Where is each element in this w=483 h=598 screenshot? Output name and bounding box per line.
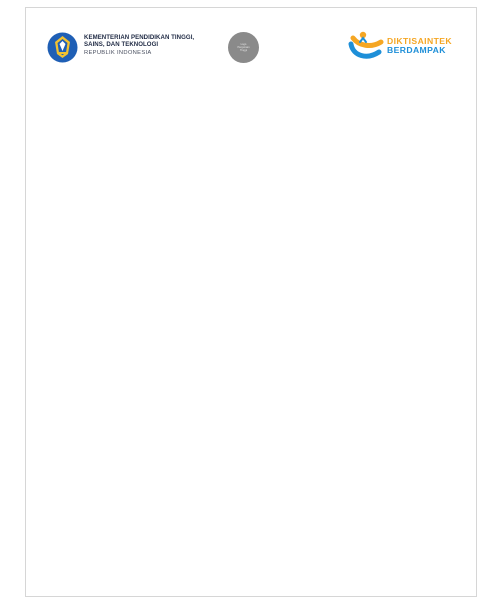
brand-wordmark-bottom: BERDAMPAK [387,45,446,56]
document-page: KEMENTERIAN PENDIDIKAN TINGGI, SAINS, DA… [25,7,477,597]
ministry-name-line2: SAINS, DAN TEKNOLOGI [84,41,159,49]
diktisaintek-logo-icon [348,31,384,59]
letterhead: KEMENTERIAN PENDIDIKAN TINGGI, SAINS, DA… [26,8,476,78]
university-logo-placeholder: Logo Perguruan Tinggi [228,32,259,63]
document-body [26,78,476,598]
tut-wuri-handayani-logo [47,32,78,63]
ministry-name: KEMENTERIAN PENDIDIKAN TINGGI, SAINS, DA… [84,34,234,57]
country-name: REPUBLIK INDONESIA [84,49,152,56]
diktisaintek-wordmark: DIKTISAINTEK BERDAMPAK [387,36,452,56]
ministry-name-line1: KEMENTERIAN PENDIDIKAN TINGGI, [84,34,195,41]
placeholder-line3: Tinggi [240,49,247,53]
